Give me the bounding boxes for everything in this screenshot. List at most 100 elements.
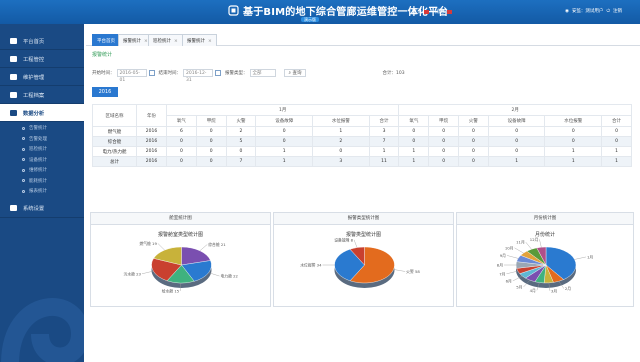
pie-label: 综合舱 21: [208, 242, 226, 247]
decorative-swirl-icon: [1, 298, 84, 362]
sub-col-header: 水位报警: [312, 115, 370, 127]
value-cell: 1: [601, 146, 632, 157]
bullet-icon: [22, 126, 25, 130]
area-cell: 综合舱: [92, 136, 137, 147]
calendar-icon[interactable]: [215, 70, 221, 76]
pie-label: 12月: [530, 237, 539, 242]
date-to-input[interactable]: 2016-12-31: [183, 69, 213, 83]
year-cell: 2016: [136, 156, 167, 167]
query-button[interactable]: ⌕ 查询: [283, 69, 307, 77]
sidebar-subitem[interactable]: 告警处理: [0, 134, 84, 145]
sidebar-subitem[interactable]: 维修统计: [0, 165, 84, 176]
main-content: 平台首页 报警统计 × 巡检统计 × 报警统计 × 报警统计 开始时间： 2016-0…: [86, 24, 640, 362]
value-cell: 0: [458, 136, 489, 147]
tab-home[interactable]: 平台首页: [92, 34, 120, 46]
month-group-header: 2月: [398, 104, 632, 116]
sidebar-subitem[interactable]: 能耗统计: [0, 176, 84, 187]
value-cell: 7: [368, 136, 400, 147]
app-header: 基于BIM的地下综合管廊运维管控一体化平台 演示版 首页 消息 ◉ 安监：测试用…: [0, 0, 640, 24]
sidebar-submenu: 告警统计 告警处理 巡检统计 设备统计 维修统计 能耗统计 报表统计: [0, 122, 84, 200]
gear-icon: [10, 205, 17, 211]
value-cell: 1: [255, 146, 314, 157]
sidebar-subitem[interactable]: 设备统计: [0, 155, 84, 166]
value-cell: 1: [368, 146, 400, 157]
value-cell: 0: [398, 126, 430, 137]
value-cell: 0: [428, 136, 460, 147]
home-link[interactable]: 首页: [412, 8, 430, 15]
value-cell: 0: [428, 156, 460, 167]
sub-col-header: 甲烷: [195, 115, 227, 127]
sidebar-item-engineering-control[interactable]: 工程管控: [0, 50, 84, 68]
year-button[interactable]: 2016: [92, 87, 118, 97]
logout-link[interactable]: 注销: [613, 8, 622, 14]
message-icon: [447, 9, 453, 14]
value-cell: 3: [368, 126, 400, 137]
bullet-icon: [22, 168, 25, 172]
table-row[interactable]: 燃气舱 2016 6 0 2 0 1 3 0 0 0 0 0 0: [92, 126, 632, 137]
value-cell: 0: [458, 156, 489, 167]
calendar-icon[interactable]: [148, 70, 155, 76]
sidebar-item-data-analysis[interactable]: 数据分析: [0, 104, 84, 122]
area-cell: 总计: [92, 156, 137, 167]
bullet-icon: [22, 189, 25, 193]
user-area: ◉ 安监：测试用户 ⏻ 注销: [565, 8, 622, 15]
close-icon[interactable]: ×: [208, 39, 212, 44]
tab-bar: 平台首页 报警统计 × 巡检统计 × 报警统计 ×: [86, 34, 640, 46]
close-icon[interactable]: ×: [174, 39, 178, 44]
pie-label: 设备故障 8: [334, 237, 353, 242]
value-cell: 1: [398, 146, 430, 157]
value-cell: 1: [487, 156, 546, 167]
value-cell: 0: [195, 126, 227, 137]
archive-icon: [10, 91, 17, 98]
value-cell: 0: [312, 146, 370, 157]
chart-panel-month: 月份统计图 月份统计 1月 2月 3月 4月 5月 6月 7月 8月 9月 10月 11月 12月: [456, 212, 634, 307]
date-to-label: 结束时间：: [158, 71, 182, 76]
date-from-input[interactable]: 2016-05-01: [116, 69, 147, 83]
value-cell: 1: [255, 156, 314, 167]
tab-inspection-stats[interactable]: 巡检统计 ×: [148, 34, 183, 46]
pie-label-line: [157, 243, 165, 251]
engineering-icon: [10, 55, 17, 62]
pie-label-line: [393, 269, 406, 272]
home-icon: [10, 37, 17, 44]
table-row[interactable]: 综合舱 2016 0 0 5 0 2 7 0 0 0 0 0 0: [92, 136, 632, 147]
sidebar-subitem[interactable]: 告警统计: [0, 123, 84, 134]
pie-chart: 火警 58 水位报警 34 设备故障 8: [300, 237, 420, 288]
value-cell: 2: [225, 126, 257, 137]
filter-bar: 开始时间： 2016-05-01 结束时间： 2016-12-31 报警类型： …: [92, 68, 632, 83]
value-cell: 0: [398, 136, 430, 147]
value-cell: 1: [544, 156, 603, 167]
table-row[interactable]: 总计 2016 0 0 7 1 3 11 1 0 0 1 1 1: [92, 156, 632, 167]
user-name[interactable]: 安监：测试用户: [572, 8, 604, 14]
value-cell: 1: [544, 146, 603, 157]
tab-alarm-stats-2[interactable]: 报警统计 ×: [182, 34, 217, 46]
user-icon: ◉: [565, 8, 569, 14]
sub-col-header: 氧气: [398, 115, 430, 127]
sub-col-header: 甲烷: [428, 115, 460, 127]
table-row[interactable]: 电力/热力舱 2016 0 0 0 1 0 1 1 0 0 0 1 1: [92, 146, 632, 157]
bullet-icon: [22, 147, 25, 151]
pie-label: 1月: [587, 254, 593, 259]
value-cell: 0: [601, 126, 632, 137]
sidebar-subitem[interactable]: 报表统计: [0, 186, 84, 197]
message-link[interactable]: 消息: [435, 8, 453, 15]
type-select[interactable]: 全部: [249, 69, 276, 77]
sidebar-item-maintenance[interactable]: 维护管理: [0, 68, 84, 86]
value-cell: 7: [225, 156, 257, 167]
sub-col-header: 火警: [458, 115, 489, 127]
date-from-label: 开始时间：: [92, 71, 115, 76]
chart-icon: [10, 109, 17, 116]
pie-label: 8月: [497, 263, 503, 268]
sidebar-item-settings[interactable]: 系统设置: [0, 200, 84, 218]
chart-panel-alarm-type: 报警类型统计图 报警类型统计图 火警 58 水位报警 34 设备故障 8: [273, 212, 454, 307]
bullet-icon: [22, 137, 25, 141]
year-cell: 2016: [136, 146, 167, 157]
sidebar-subitem[interactable]: 巡检统计: [0, 144, 84, 155]
sidebar-item-archive[interactable]: 工程档案: [0, 86, 84, 104]
pie-label: 火警 58: [406, 269, 420, 274]
value-cell: 0: [487, 146, 546, 157]
sidebar-item-home[interactable]: 平台首页: [0, 32, 84, 50]
value-cell: 3: [312, 156, 370, 167]
value-cell: 0: [255, 136, 314, 147]
pie-chart: 1月 2月 3月 4月 5月 6月7月 8月 9月 10月11月 12月: [497, 237, 594, 293]
